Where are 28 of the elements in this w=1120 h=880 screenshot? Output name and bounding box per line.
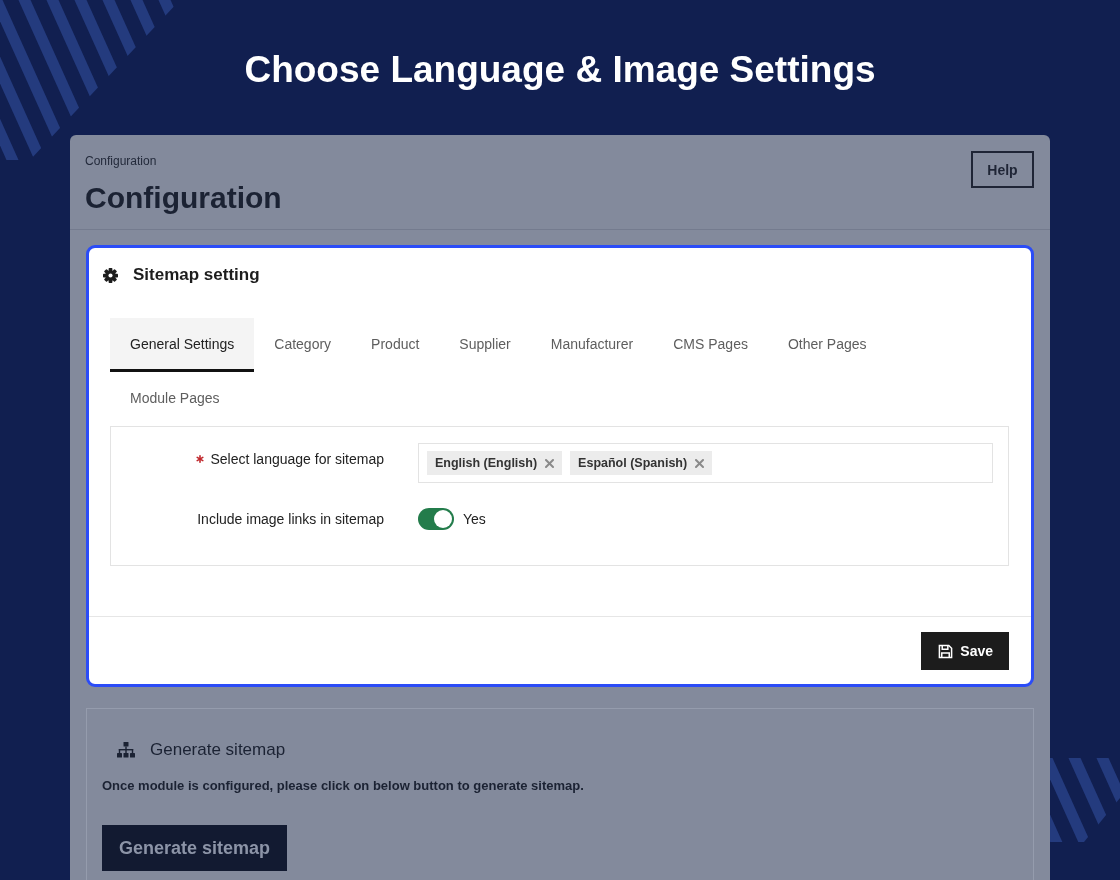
page-title: Configuration [85,180,282,216]
help-button[interactable]: Help [971,151,1034,188]
sitemap-icon [117,742,135,758]
tag-label: Español (Spanish) [578,456,688,470]
breadcrumb-link[interactable]: Configuration [85,153,157,169]
field-label: Include image links in sitemap [197,510,384,528]
toggle-switch[interactable] [418,508,454,530]
page-headline: Choose Language & Image Settings [244,48,876,92]
tab[interactable]: Supplier [439,318,531,372]
gear-icon [103,267,118,283]
card-title: Sitemap setting [133,264,260,286]
field-label: Select language for sitemap [210,450,384,468]
toggle-value: Yes [463,511,486,527]
generate-sitemap-button[interactable]: Generate sitemap [102,825,288,871]
language-select-field[interactable]: English (English) Español (Spanish) [418,443,993,483]
instruction-text: Once module is configured, please click on below button to generate sitemap. [102,777,585,795]
tab[interactable]: Product [351,318,440,372]
close-icon[interactable] [695,458,705,468]
section-title: Generate sitemap [150,739,286,761]
tag-label: English (English) [435,456,538,470]
tab[interactable]: General Settings [110,318,255,372]
tab[interactable]: Category [254,318,352,372]
tab[interactable]: Manufacturer [530,318,654,372]
close-icon[interactable] [545,458,555,468]
tab[interactable]: Module Pages [110,372,240,426]
save-button[interactable]: Save [921,632,1009,670]
tab[interactable]: CMS Pages [653,318,768,372]
tab[interactable]: Other Pages [767,318,887,372]
